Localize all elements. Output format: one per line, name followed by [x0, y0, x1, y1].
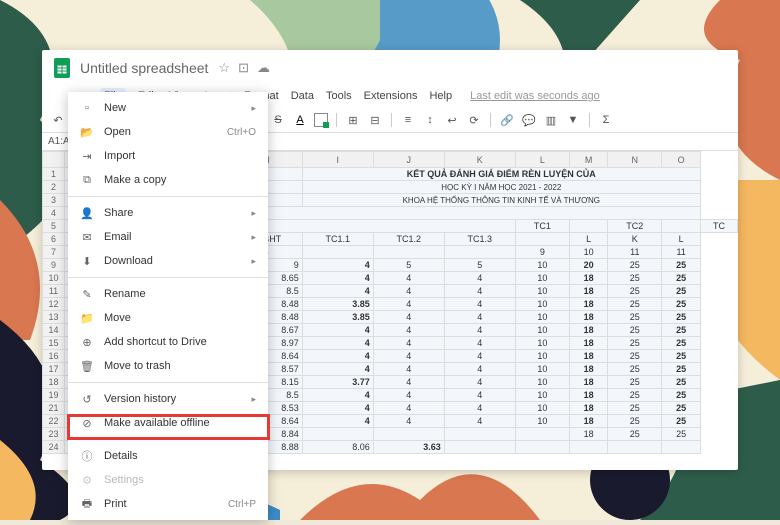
menu-item-import[interactable]: ⇥Import [68, 144, 268, 168]
filter-icon[interactable]: ▼ [565, 112, 581, 128]
col-header[interactable]: I [302, 152, 373, 168]
col-header[interactable]: O [662, 152, 701, 168]
row-header[interactable]: 23 [43, 428, 65, 441]
col-header[interactable]: K [444, 152, 515, 168]
row-header[interactable]: 14 [43, 324, 65, 337]
row-header[interactable]: 16 [43, 350, 65, 363]
file-menu-dropdown: ▫New▸ 📂OpenCtrl+O ⇥Import ⧉Make a copy 👤… [68, 92, 268, 520]
cloud-status-icon: ☁ [257, 60, 270, 76]
chart-icon[interactable]: ▥ [543, 112, 559, 128]
menu-item-version[interactable]: ↺Version history▸ [68, 387, 268, 411]
menu-item-shortcut[interactable]: ⊕Add shortcut to Drive [68, 330, 268, 354]
folder-open-icon: 📂 [80, 125, 94, 139]
menu-item-download[interactable]: ⬇Download▸ [68, 249, 268, 273]
menu-item-share[interactable]: 👤Share▸ [68, 201, 268, 225]
wrap-icon[interactable]: ↩ [444, 112, 460, 128]
halign-icon[interactable]: ≡ [400, 112, 416, 128]
col-header[interactable]: J [373, 152, 444, 168]
text-color-button[interactable]: A [292, 112, 308, 128]
row-header[interactable]: 17 [43, 363, 65, 376]
menu-item-rename[interactable]: ✎Rename [68, 282, 268, 306]
offline-icon: ⊘ [80, 416, 94, 430]
row-header[interactable]: 4 [43, 207, 65, 220]
email-icon: ✉ [80, 230, 94, 244]
row-header[interactable]: 5 [43, 220, 65, 233]
borders-icon[interactable]: ⊞ [345, 112, 361, 128]
download-icon: ⬇ [80, 254, 94, 268]
menu-item-email[interactable]: ✉Email▸ [68, 225, 268, 249]
menu-item-new[interactable]: ▫New▸ [68, 96, 268, 120]
row-header[interactable]: 22 [43, 415, 65, 428]
menu-data[interactable]: Data [291, 90, 314, 102]
comment-icon[interactable]: 💬 [521, 112, 537, 128]
corner-cell[interactable] [43, 152, 65, 168]
col-header[interactable]: N [608, 152, 662, 168]
row-header[interactable]: 21 [43, 402, 65, 415]
rename-icon: ✎ [80, 287, 94, 301]
row-header[interactable]: 18 [43, 376, 65, 389]
row-header[interactable]: 11 [43, 285, 65, 298]
title-cell[interactable]: KẾT QUẢ ĐÁNH GIÁ ĐIỂM RÈN LUYỆN CỦA [302, 168, 700, 181]
menu-help[interactable]: Help [429, 90, 452, 102]
titlebar: Untitled spreadsheet ☆ ⊡ ☁ [42, 50, 738, 86]
row-header[interactable]: 19 [43, 389, 65, 402]
info-icon: ⓘ [80, 449, 94, 463]
row-header[interactable]: 10 [43, 272, 65, 285]
row-header[interactable]: 9 [43, 259, 65, 272]
menu-item-details[interactable]: ⓘDetails [68, 444, 268, 468]
strike-button[interactable]: S [270, 112, 286, 128]
col-header[interactable]: M [569, 152, 607, 168]
merge-icon[interactable]: ⊟ [367, 112, 383, 128]
print-icon: 🖶 [80, 497, 94, 511]
move-icon: 📁 [80, 311, 94, 325]
menu-item-settings[interactable]: ⚙Settings [68, 468, 268, 492]
history-icon: ↺ [80, 392, 94, 406]
import-icon: ⇥ [80, 149, 94, 163]
row-header[interactable]: 3 [43, 194, 65, 207]
last-edit-link[interactable]: Last edit was seconds ago [470, 90, 600, 102]
row-header[interactable]: 7 [43, 246, 65, 259]
shortcut-icon: ⊕ [80, 335, 94, 349]
trash-icon: 🗑 [80, 359, 94, 373]
undo-icon[interactable]: ↶ [50, 112, 66, 128]
menu-item-move[interactable]: 📁Move [68, 306, 268, 330]
menu-item-trash[interactable]: 🗑Move to trash [68, 354, 268, 378]
menu-item-offline[interactable]: ⊘Make available offline [68, 411, 268, 435]
functions-icon[interactable]: Σ [598, 112, 614, 128]
gear-icon: ⚙ [80, 473, 94, 487]
menu-item-copy[interactable]: ⧉Make a copy [68, 168, 268, 192]
menu-extensions[interactable]: Extensions [364, 90, 418, 102]
copy-icon: ⧉ [80, 173, 94, 187]
row-header[interactable]: 13 [43, 311, 65, 324]
valign-icon[interactable]: ↕ [422, 112, 438, 128]
link-icon[interactable]: 🔗 [499, 112, 515, 128]
row-header[interactable]: 12 [43, 298, 65, 311]
col-header[interactable]: L [515, 152, 569, 168]
share-icon: 👤 [80, 206, 94, 220]
menu-item-open[interactable]: 📂OpenCtrl+O [68, 120, 268, 144]
menu-tools[interactable]: Tools [326, 90, 352, 102]
menu-item-print[interactable]: 🖶PrintCtrl+P [68, 492, 268, 516]
row-header[interactable]: 1 [43, 168, 65, 181]
fill-color-button[interactable] [314, 113, 328, 127]
subtitle-cell[interactable]: HỌC KỲ I NĂM HỌC 2021 - 2022 [302, 181, 700, 194]
row-header[interactable]: 24 [43, 441, 65, 454]
move-folder-icon[interactable]: ⊡ [238, 60, 249, 76]
sheets-logo-icon [50, 56, 74, 80]
row-header[interactable]: 2 [43, 181, 65, 194]
row-header[interactable]: 6 [43, 233, 65, 246]
doc-title[interactable]: Untitled spreadsheet [80, 60, 208, 76]
doc-icon: ▫ [80, 101, 94, 115]
rotate-icon[interactable]: ⟳ [466, 112, 482, 128]
row-header[interactable]: 15 [43, 337, 65, 350]
subtitle-cell[interactable]: KHOA HỆ THỐNG THÔNG TIN KINH TẾ VÀ THƯƠN… [302, 194, 700, 207]
star-icon[interactable]: ☆ [218, 60, 230, 76]
